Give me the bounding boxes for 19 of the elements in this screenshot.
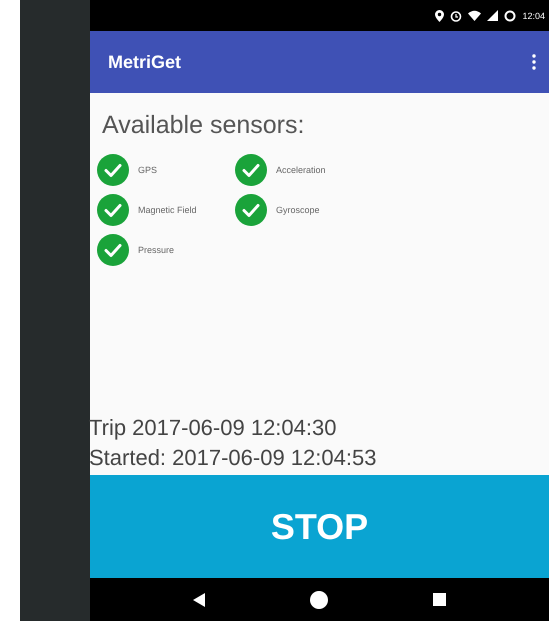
- alarm-icon: [450, 10, 462, 22]
- sensor-label: Acceleration: [276, 165, 326, 175]
- overflow-menu-icon[interactable]: [532, 54, 536, 70]
- started-label: Started: 2017-06-09 12:04:53: [89, 444, 378, 472]
- status-time: 12:04: [522, 10, 545, 20]
- wifi-icon: [468, 10, 482, 21]
- sensor-label: Pressure: [138, 245, 174, 255]
- section-heading: Available sensors:: [102, 111, 306, 140]
- home-icon[interactable]: [310, 590, 328, 608]
- recents-icon[interactable]: [433, 593, 446, 606]
- data-saver-icon: [504, 10, 516, 22]
- location-icon: [435, 10, 444, 22]
- back-icon[interactable]: [192, 592, 205, 606]
- sensor-label: Magnetic Field: [138, 205, 197, 215]
- signal-icon: [487, 10, 498, 21]
- stop-button[interactable]: STOP: [90, 475, 549, 578]
- app-title: MetriGet: [108, 52, 182, 72]
- sensor-label: Gyroscope: [276, 205, 320, 215]
- sensor-label: GPS: [138, 165, 158, 175]
